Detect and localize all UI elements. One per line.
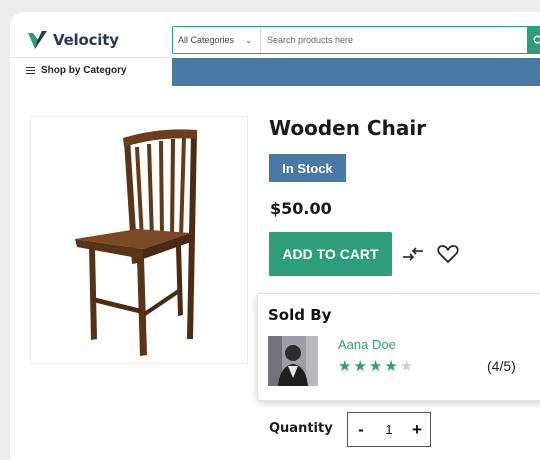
shop-by-category-button[interactable]: Shop by Category bbox=[26, 65, 127, 76]
category-select-value: All Categories bbox=[178, 35, 235, 45]
search-bar: All Categories ⌄ bbox=[172, 26, 540, 54]
seller-rating-stars: ★ ★ ★ ★ ★ bbox=[338, 359, 413, 374]
product-image[interactable] bbox=[30, 116, 248, 364]
quantity-label: Quantity bbox=[269, 421, 333, 436]
search-button[interactable] bbox=[527, 27, 540, 53]
add-to-cart-button[interactable]: ADD TO CART bbox=[269, 232, 392, 276]
menu-icon bbox=[26, 67, 35, 74]
search-input[interactable] bbox=[261, 27, 527, 53]
quantity-value[interactable]: 1 bbox=[385, 422, 392, 437]
shop-by-category-label: Shop by Category bbox=[41, 65, 127, 76]
heart-icon bbox=[437, 245, 459, 263]
seller-name-link[interactable]: Aana Doe bbox=[338, 337, 396, 352]
seller-avatar[interactable] bbox=[268, 336, 318, 386]
divider bbox=[10, 57, 172, 58]
page: Velocity All Categories ⌄ Shop by Catego… bbox=[10, 12, 540, 460]
stock-badge: In Stock bbox=[269, 154, 346, 182]
compare-button[interactable] bbox=[402, 246, 424, 267]
product-title: Wooden Chair bbox=[269, 116, 427, 140]
seller-card: Sold By Aana Doe ★ ★ ★ ★ ★ (4/5) bbox=[257, 293, 540, 401]
star-icon: ★ bbox=[399, 358, 414, 375]
chevron-down-icon: ⌄ bbox=[245, 36, 252, 45]
brand-logo[interactable]: Velocity bbox=[27, 29, 119, 51]
star-icon: ★ bbox=[338, 358, 352, 375]
quantity-stepper: - 1 + bbox=[347, 412, 431, 447]
wooden-chair-image bbox=[75, 129, 197, 356]
seller-photo bbox=[268, 336, 318, 386]
seller-rating-text: (4/5) bbox=[487, 358, 516, 374]
wishlist-button[interactable] bbox=[437, 244, 459, 269]
category-select[interactable]: All Categories ⌄ bbox=[173, 27, 261, 53]
brand-name: Velocity bbox=[53, 31, 119, 49]
star-icon: ★ bbox=[368, 358, 383, 375]
star-icon: ★ bbox=[384, 358, 398, 375]
velocity-logo-icon bbox=[28, 31, 47, 49]
product-price: $50.00 bbox=[270, 199, 332, 218]
compare-icon bbox=[403, 247, 423, 261]
decrement-button[interactable]: - bbox=[354, 420, 368, 440]
increment-button[interactable]: + bbox=[410, 420, 424, 440]
search-icon bbox=[533, 35, 540, 44]
main-nav-bar bbox=[172, 58, 540, 86]
seller-heading: Sold By bbox=[268, 306, 332, 324]
star-icon: ★ bbox=[353, 358, 367, 375]
